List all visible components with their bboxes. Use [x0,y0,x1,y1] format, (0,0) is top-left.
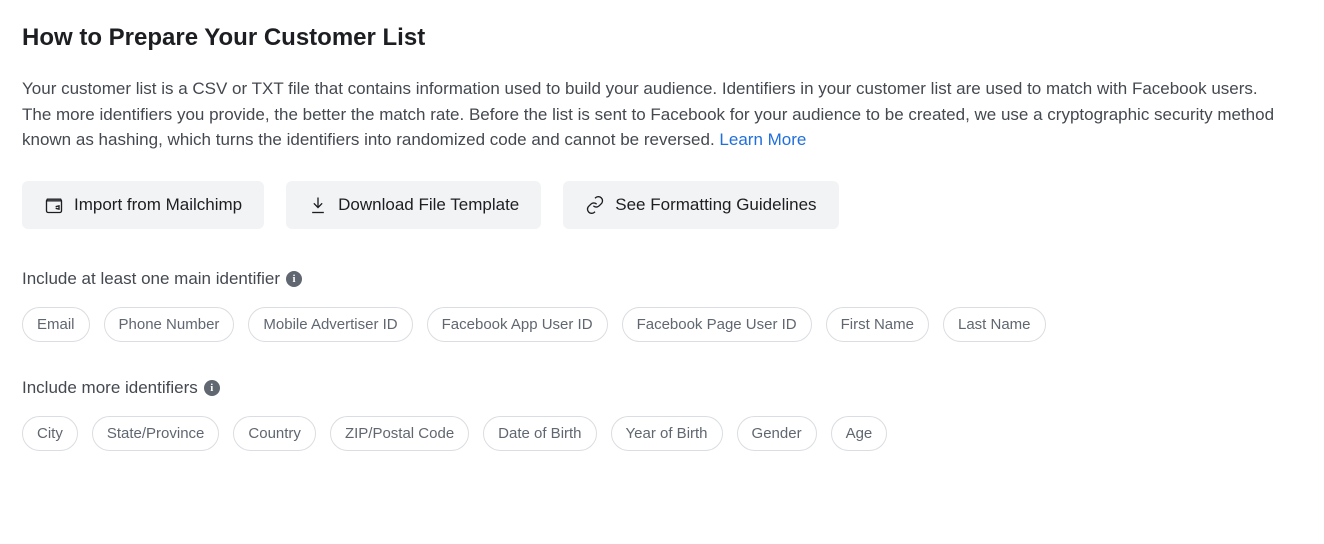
more-identifiers-text: Include more identifiers [22,378,198,398]
formatting-guidelines-label: See Formatting Guidelines [615,195,816,215]
chip-email[interactable]: Email [22,307,90,342]
chip-dob[interactable]: Date of Birth [483,416,596,451]
download-template-label: Download File Template [338,195,519,215]
chip-country[interactable]: Country [233,416,316,451]
page-description: Your customer list is a CSV or TXT file … [22,76,1282,153]
chip-fb-page-user-id[interactable]: Facebook Page User ID [622,307,812,342]
download-template-button[interactable]: Download File Template [286,181,541,229]
description-text: Your customer list is a CSV or TXT file … [22,79,1274,149]
main-identifiers-chips: Email Phone Number Mobile Advertiser ID … [22,307,1302,342]
chip-city[interactable]: City [22,416,78,451]
mailchimp-icon [44,195,64,215]
action-button-row: Import from Mailchimp Download File Temp… [22,181,1302,229]
page-title: How to Prepare Your Customer List [22,24,1302,52]
import-mailchimp-label: Import from Mailchimp [74,195,242,215]
chip-phone[interactable]: Phone Number [104,307,235,342]
chip-first-name[interactable]: First Name [826,307,929,342]
learn-more-link[interactable]: Learn More [719,130,806,149]
chip-mobile-advertiser-id[interactable]: Mobile Advertiser ID [248,307,412,342]
chip-fb-app-user-id[interactable]: Facebook App User ID [427,307,608,342]
main-identifiers-text: Include at least one main identifier [22,269,280,289]
more-identifiers-chips: City State/Province Country ZIP/Postal C… [22,416,1302,451]
chip-age[interactable]: Age [831,416,888,451]
import-mailchimp-button[interactable]: Import from Mailchimp [22,181,264,229]
more-identifiers-label: Include more identifiers i [22,378,1302,398]
info-icon[interactable]: i [204,380,220,396]
chip-year-of-birth[interactable]: Year of Birth [611,416,723,451]
main-identifiers-label: Include at least one main identifier i [22,269,1302,289]
chip-last-name[interactable]: Last Name [943,307,1046,342]
download-icon [308,195,328,215]
chip-zip-postal[interactable]: ZIP/Postal Code [330,416,469,451]
link-icon [585,195,605,215]
info-icon[interactable]: i [286,271,302,287]
formatting-guidelines-button[interactable]: See Formatting Guidelines [563,181,838,229]
chip-gender[interactable]: Gender [737,416,817,451]
chip-state-province[interactable]: State/Province [92,416,220,451]
